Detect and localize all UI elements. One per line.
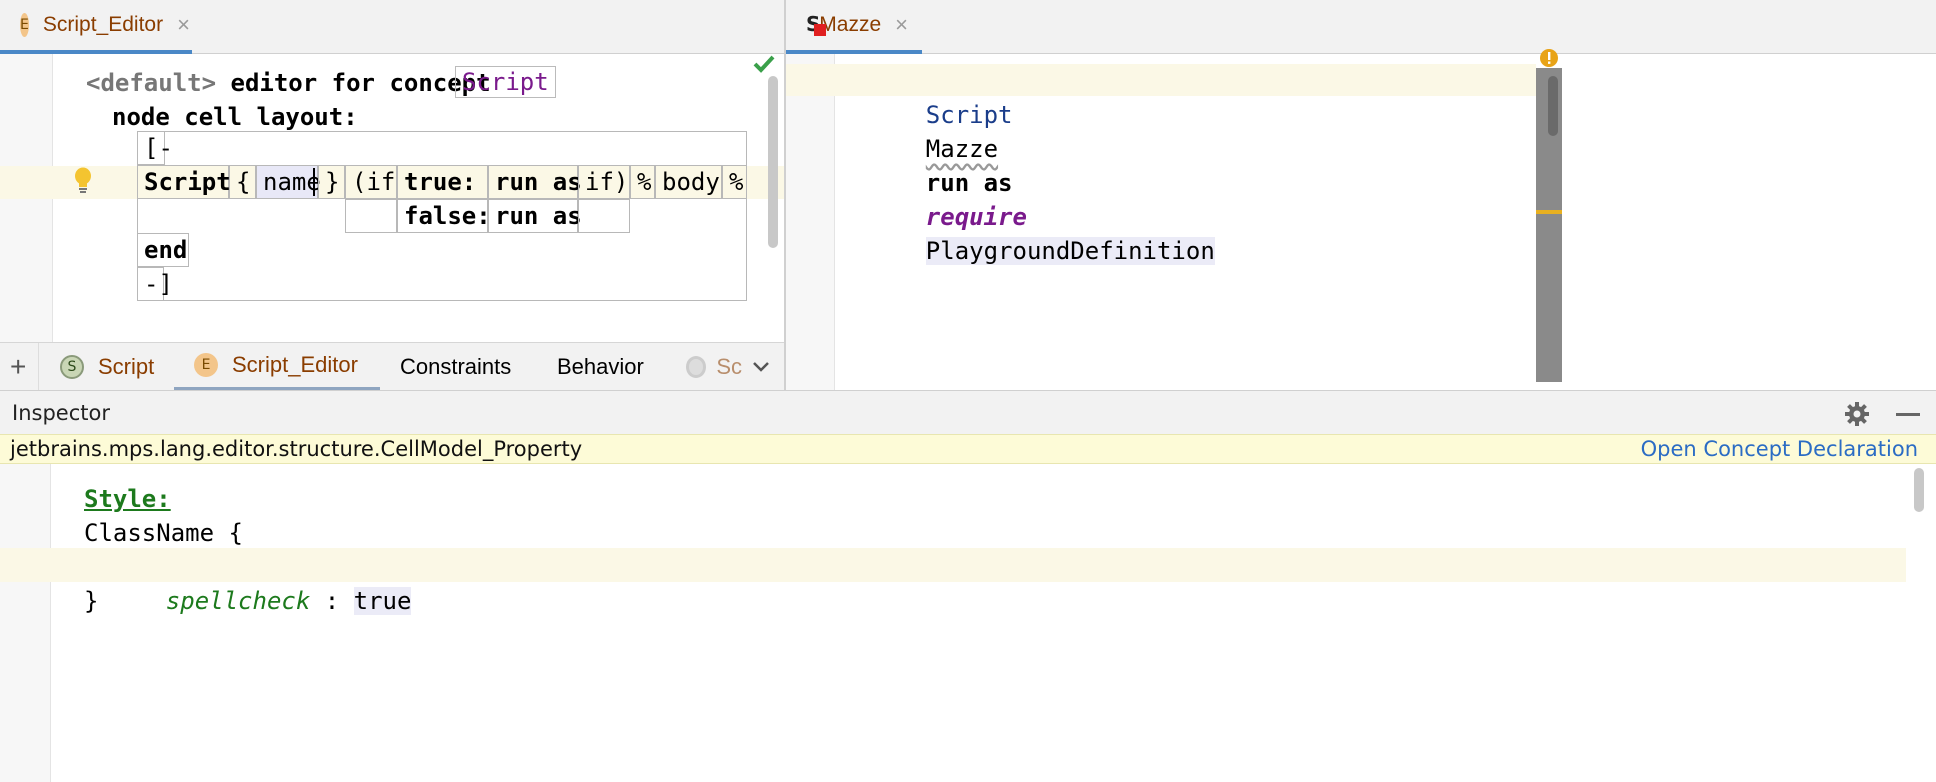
script-name[interactable]: Mazze: [926, 135, 998, 163]
warning-icon[interactable]: [1539, 48, 1559, 68]
close-icon[interactable]: ×: [177, 12, 190, 38]
run-as-false-cell[interactable]: run as: [488, 199, 582, 233]
brace-open-cell[interactable]: {: [229, 165, 256, 199]
check-icon: [752, 54, 776, 74]
script-cell[interactable]: Script: [137, 165, 231, 199]
open-concept-declaration-link[interactable]: Open Concept Declaration: [1641, 437, 1918, 461]
editor-header-line: <default> editor for concept: [86, 66, 505, 100]
property-value[interactable]: true: [353, 587, 412, 615]
inspector-editor: Style: ClassName { spellcheck : true }: [0, 464, 1936, 782]
inspector-title: Inspector: [12, 401, 110, 425]
node-cell-layout-label: node cell layout:: [112, 103, 358, 131]
editor-scrollbar[interactable]: [768, 76, 778, 248]
tab-mazze[interactable]: S Mazze ×: [786, 0, 922, 54]
tab-separator: [38, 343, 39, 391]
tab-script[interactable]: S Script: [60, 343, 154, 391]
concept-fqn: jetbrains.mps.lang.editor.structure.Cell…: [10, 437, 583, 461]
closing-brace: }: [84, 587, 99, 615]
tab-label: Script_Editor: [42, 13, 164, 36]
name-property-cell[interactable]: name: [256, 165, 321, 199]
require-keyword: require: [925, 203, 1027, 231]
right-tab-strip: S Mazze ×: [786, 0, 1936, 54]
tab-constraints[interactable]: Constraints: [400, 343, 511, 391]
concept-banner: jetbrains.mps.lang.editor.structure.Cell…: [0, 434, 1936, 464]
tab-script-editor-aspect[interactable]: E Script_Editor: [174, 343, 380, 391]
if-spacer-cell: [345, 199, 397, 233]
scroll-thumb[interactable]: [1548, 76, 1558, 136]
false-label-cell[interactable]: false:: [397, 199, 491, 233]
warning-marker[interactable]: [1536, 210, 1562, 214]
left-tab-strip: E Script_Editor ×: [0, 0, 784, 54]
right-editor: Script Mazze run as require PlaygroundDe…: [786, 49, 1936, 390]
editor-icon: E: [194, 353, 218, 377]
gear-icon[interactable]: [1844, 401, 1870, 427]
tab-behavior[interactable]: Behavior: [557, 343, 644, 391]
if-close-cell[interactable]: if): [578, 165, 630, 199]
spellcheck-property[interactable]: spellcheck: [166, 587, 311, 615]
editor-gutter: [786, 54, 835, 390]
structure-icon: S: [60, 355, 84, 379]
true-label-cell[interactable]: true:: [397, 165, 488, 199]
tab-overflow[interactable]: Sc: [686, 343, 742, 391]
tab-label: Script_Editor: [232, 352, 358, 377]
concept-reference[interactable]: Script: [455, 66, 556, 98]
end-cell[interactable]: end: [137, 233, 189, 267]
percent-close-cell[interactable]: %: [722, 165, 747, 199]
default-keyword: <default>: [86, 69, 217, 97]
percent-open-cell[interactable]: %: [630, 165, 655, 199]
tab-label: Script: [98, 354, 155, 379]
run-as-cell[interactable]: run as: [488, 165, 582, 199]
inspector-header: Inspector: [0, 390, 1936, 434]
disabled-aspect-icon: [686, 356, 707, 378]
inspector-scrollbar[interactable]: [1914, 468, 1924, 512]
script-declaration: Script Mazze run as require PlaygroundDe…: [868, 64, 1215, 302]
tab-label: Sc: [716, 354, 742, 379]
script-node-icon: S: [806, 12, 826, 38]
style-label[interactable]: Style:: [84, 482, 171, 516]
open-bracket-cell[interactable]: [-: [137, 131, 173, 165]
run-as-keyword: run as: [925, 169, 1013, 197]
close-icon[interactable]: ×: [895, 12, 908, 38]
brace-close-cell[interactable]: }: [318, 165, 345, 199]
property-separator: :: [310, 587, 354, 615]
editor-gutter: [0, 464, 51, 782]
body-cell[interactable]: body: [655, 165, 722, 199]
text-caret: [313, 168, 315, 196]
if-cell[interactable]: (if: [345, 165, 397, 199]
left-editor: <default> editor for concept Script node…: [0, 54, 784, 342]
tab-label: Mazze: [819, 13, 882, 36]
style-property-line: spellcheck : true: [108, 550, 412, 652]
empty-cell[interactable]: [578, 199, 630, 233]
editor-concept-icon: E: [20, 13, 29, 37]
minimize-icon[interactable]: [1896, 413, 1920, 416]
tab-script-editor[interactable]: E Script_Editor ×: [0, 0, 192, 54]
add-aspect-button[interactable]: +: [10, 343, 26, 391]
lightbulb-icon[interactable]: [73, 166, 93, 196]
aspect-tabs: + S Script E Script_Editor Constraints B…: [0, 342, 784, 391]
close-bracket-cell[interactable]: -]: [137, 267, 173, 301]
chevron-down-icon[interactable]: [752, 343, 770, 391]
class-name-line: ClassName {: [84, 519, 243, 547]
script-keyword: Script: [925, 101, 1013, 129]
definition-reference[interactable]: PlaygroundDefinition: [925, 237, 1215, 265]
